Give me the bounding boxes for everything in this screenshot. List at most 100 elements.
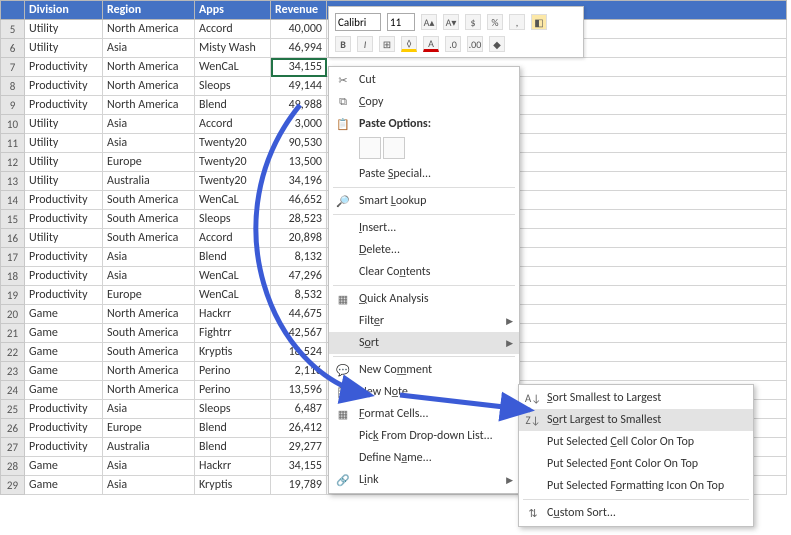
row-header[interactable]: 7 <box>1 58 25 77</box>
comma-icon[interactable]: , <box>509 14 525 30</box>
increase-decimal-icon[interactable]: .00 <box>467 36 483 52</box>
cell-apps[interactable]: Kryptis <box>195 476 271 495</box>
cell-region[interactable]: North America <box>103 362 195 381</box>
font-color-icon[interactable]: A <box>423 36 439 52</box>
cell-division[interactable]: Productivity <box>25 267 103 286</box>
row-header[interactable]: 10 <box>1 115 25 134</box>
menu-format-cells[interactable]: ▦Format Cells... <box>329 403 519 425</box>
cell-region[interactable]: Europe <box>103 419 195 438</box>
cell-region[interactable]: Europe <box>103 153 195 172</box>
col-header-region[interactable]: Region <box>103 1 195 20</box>
menu-clear-contents[interactable]: Clear Contents <box>329 261 519 283</box>
cell-region[interactable]: Asia <box>103 115 195 134</box>
cell-division[interactable]: Game <box>25 476 103 495</box>
menu-smart-lookup[interactable]: 🔎Smart Lookup <box>329 190 519 212</box>
cell-division[interactable]: Productivity <box>25 400 103 419</box>
cell-division[interactable]: Productivity <box>25 210 103 229</box>
row-header[interactable]: 6 <box>1 39 25 58</box>
cell-revenue[interactable]: 34,155 <box>271 58 327 77</box>
cell-revenue[interactable]: 90,530 <box>271 134 327 153</box>
cell-division[interactable]: Utility <box>25 134 103 153</box>
cell-region[interactable]: South America <box>103 324 195 343</box>
cell-region[interactable]: North America <box>103 20 195 39</box>
font-size-input[interactable] <box>387 13 415 31</box>
cell-division[interactable]: Utility <box>25 115 103 134</box>
cell-region[interactable]: North America <box>103 58 195 77</box>
cell-region[interactable]: Asia <box>103 476 195 495</box>
cell-revenue[interactable]: 3,000 <box>271 115 327 134</box>
cell-division[interactable]: Utility <box>25 39 103 58</box>
cell-apps[interactable]: Blend <box>195 248 271 267</box>
cell-division[interactable]: Utility <box>25 229 103 248</box>
cell-region[interactable]: Asia <box>103 400 195 419</box>
row-header[interactable]: 22 <box>1 343 25 362</box>
row-header[interactable]: 11 <box>1 134 25 153</box>
cell-revenue[interactable]: 6,487 <box>271 400 327 419</box>
row-header[interactable]: 25 <box>1 400 25 419</box>
cell-division[interactable]: Game <box>25 381 103 400</box>
cell-revenue[interactable]: 19,789 <box>271 476 327 495</box>
cell-apps[interactable]: Kryptis <box>195 343 271 362</box>
row-header[interactable]: 18 <box>1 267 25 286</box>
row-header[interactable]: 9 <box>1 96 25 115</box>
format-icon[interactable]: ◆ <box>489 36 505 52</box>
menu-sort[interactable]: Sort▶ <box>329 332 519 354</box>
cell-region[interactable]: North America <box>103 381 195 400</box>
row-header[interactable]: 21 <box>1 324 25 343</box>
fill-color-icon[interactable]: ◊ <box>401 36 417 52</box>
row-header[interactable]: 26 <box>1 419 25 438</box>
cell-revenue[interactable]: 34,155 <box>271 457 327 476</box>
cell-division[interactable]: Productivity <box>25 58 103 77</box>
cell-apps[interactable]: Blend <box>195 419 271 438</box>
menu-cut[interactable]: ✂Cut <box>329 69 519 91</box>
cell-apps[interactable]: Sleops <box>195 77 271 96</box>
cell-division[interactable]: Game <box>25 362 103 381</box>
cell-revenue[interactable]: 34,196 <box>271 172 327 191</box>
menu-delete[interactable]: Delete... <box>329 239 519 261</box>
cell-division[interactable]: Game <box>25 324 103 343</box>
percent-icon[interactable]: % <box>487 14 503 30</box>
cell-division[interactable]: Productivity <box>25 286 103 305</box>
border-icon[interactable]: ⊞ <box>379 36 395 52</box>
cell-region[interactable]: South America <box>103 210 195 229</box>
menu-paste-special[interactable]: Paste Special... <box>329 163 519 185</box>
menu-paste-options[interactable]: 📋Paste Options: <box>329 113 519 135</box>
cell-apps[interactable]: Blend <box>195 438 271 457</box>
cell-revenue[interactable]: 44,675 <box>271 305 327 324</box>
cell-apps[interactable]: WenCaL <box>195 191 271 210</box>
cell-region[interactable]: South America <box>103 191 195 210</box>
currency-icon[interactable]: $ <box>465 14 481 30</box>
submenu-sort-smallest[interactable]: A↓Sort Smallest to Largest <box>519 387 753 409</box>
cell-region[interactable]: South America <box>103 229 195 248</box>
cell-apps[interactable]: Hackrr <box>195 305 271 324</box>
row-header[interactable]: 27 <box>1 438 25 457</box>
menu-quick-analysis[interactable]: ▦Quick Analysis <box>329 288 519 310</box>
row-header[interactable]: 20 <box>1 305 25 324</box>
paste-option-1[interactable] <box>359 137 381 159</box>
increase-font-icon[interactable]: A▴ <box>421 14 437 30</box>
menu-insert[interactable]: Insert... <box>329 217 519 239</box>
cell-division[interactable]: Utility <box>25 153 103 172</box>
cell-revenue[interactable]: 29,277 <box>271 438 327 457</box>
cell-revenue[interactable]: 8,532 <box>271 286 327 305</box>
cell-division[interactable]: Productivity <box>25 248 103 267</box>
cell-revenue[interactable]: 46,994 <box>271 39 327 58</box>
cell-region[interactable]: Asia <box>103 134 195 153</box>
cell-division[interactable]: Game <box>25 343 103 362</box>
col-header-revenue[interactable]: Revenue <box>271 1 327 20</box>
decrease-font-icon[interactable]: A▾ <box>443 14 459 30</box>
cell-apps[interactable]: Accord <box>195 229 271 248</box>
cell-revenue[interactable]: 40,000 <box>271 20 327 39</box>
row-header[interactable]: 15 <box>1 210 25 229</box>
cell-division[interactable]: Productivity <box>25 419 103 438</box>
cell-apps[interactable]: Misty Wash <box>195 39 271 58</box>
cell-division[interactable]: Productivity <box>25 438 103 457</box>
cell-region[interactable]: Asia <box>103 248 195 267</box>
cell-region[interactable]: Asia <box>103 267 195 286</box>
cell-apps[interactable]: Sleops <box>195 400 271 419</box>
row-header[interactable]: 12 <box>1 153 25 172</box>
cell-apps[interactable]: Twenty20 <box>195 134 271 153</box>
cell-apps[interactable]: Perino <box>195 381 271 400</box>
menu-new-note[interactable]: 🗒New Note <box>329 381 519 403</box>
cell-region[interactable]: North America <box>103 96 195 115</box>
